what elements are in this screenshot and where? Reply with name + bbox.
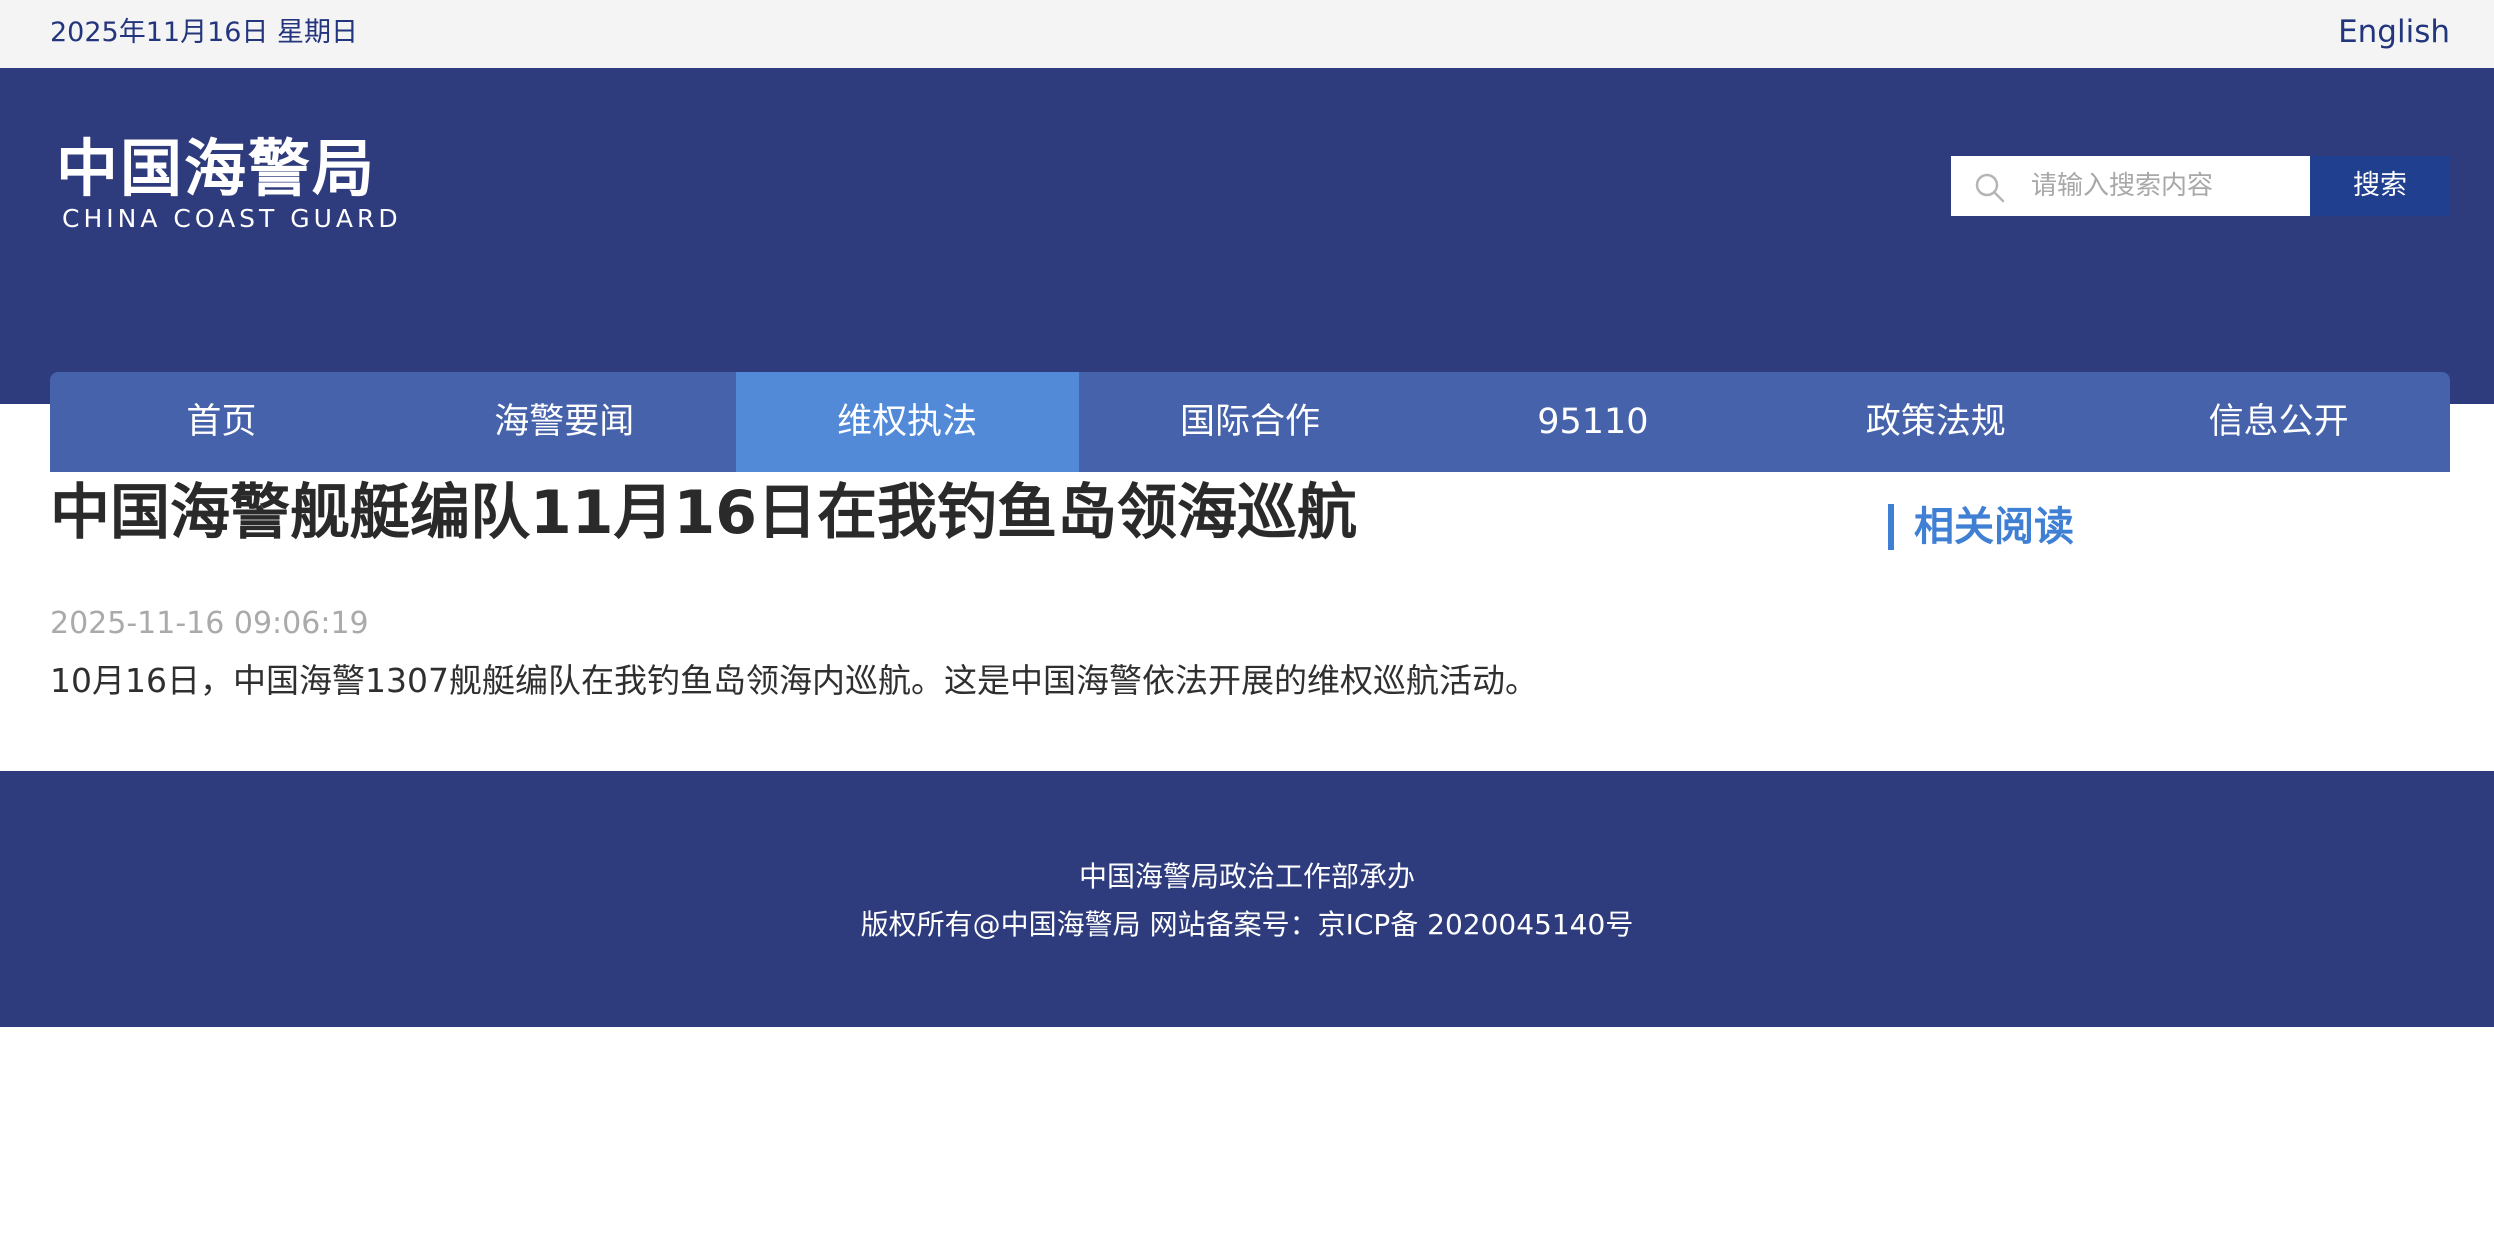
search-bar: 搜索 <box>1951 156 2450 216</box>
article-timestamp: 2025-11-16 09:06:19 <box>50 606 369 641</box>
search-box <box>1951 156 2310 216</box>
related-reading-heading: 相关阅读 <box>1888 504 2074 550</box>
logo-name-en: CHINA COAST GUARD <box>62 204 402 233</box>
nav-item-home[interactable]: 首页 <box>50 372 393 472</box>
main-nav: 首页 海警要闻 维权执法 国际合作 95110 政策法规 信息公开 <box>50 372 2450 472</box>
site-footer: 中国海警局政治工作部承办 版权所有@中国海警局 网站备案号：京ICP备 2020… <box>0 771 2494 1027</box>
search-icon <box>1975 173 2005 203</box>
top-bar: 2025年11月16日 星期日 English <box>0 0 2494 68</box>
search-button[interactable]: 搜索 <box>2310 156 2450 216</box>
english-link[interactable]: English <box>2338 0 2450 64</box>
logo-name-cn: 中国海警局 <box>56 132 377 205</box>
footer-copyright: 版权所有@中国海警局 网站备案号：京ICP备 2020045140号 <box>860 908 1634 941</box>
nav-item-information-disclosure[interactable]: 信息公开 <box>2107 372 2450 472</box>
nav-item-international-cooperation[interactable]: 国际合作 <box>1079 372 1422 472</box>
site-header: 中国海警局 CHINA COAST GUARD 搜索 首页 海警要闻 维权执法 … <box>0 68 2494 472</box>
nav-item-law-enforcement[interactable]: 维权执法 <box>735 372 1079 472</box>
article: 中国海警舰艇编队11月16日在我钓鱼岛领海巡航 2025-11-16 09:06… <box>50 470 1800 700</box>
nav-item-hotline-95110[interactable]: 95110 <box>1421 372 1764 472</box>
article-body: 10月16日，中国海警1307舰艇编队在我钓鱼岛领海内巡航。这是中国海警依法开展… <box>50 661 1538 700</box>
article-title: 中国海警舰艇编队11月16日在我钓鱼岛领海巡航 <box>50 478 1357 548</box>
search-input[interactable] <box>2031 156 2301 216</box>
nav-item-policies-regulations[interactable]: 政策法规 <box>1764 372 2107 472</box>
current-date: 2025年11月16日 星期日 <box>50 17 359 48</box>
nav-item-news[interactable]: 海警要闻 <box>393 372 736 472</box>
site-logo[interactable]: 中国海警局 CHINA COAST GUARD <box>56 132 398 233</box>
footer-organizer: 中国海警局政治工作部承办 <box>1078 860 1415 893</box>
